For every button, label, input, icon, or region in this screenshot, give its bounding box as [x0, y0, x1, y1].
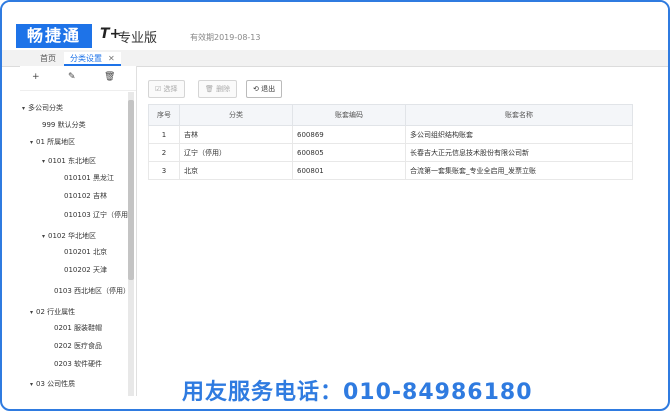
tree-node-label: 多公司分类 — [28, 104, 64, 112]
tree-node[interactable]: 0202 医疗食品 — [54, 341, 102, 351]
tab-category-settings-label: 分类设置 — [70, 54, 102, 63]
cell-account-name: 多公司组织结构账套 — [405, 125, 633, 144]
chevron-down-icon[interactable]: ▾ — [42, 233, 45, 240]
tree-node[interactable]: 0201 服装鞋帽 — [54, 323, 102, 333]
tree-node-label: 999 默认分类 — [42, 121, 86, 129]
add-icon[interactable]: + — [32, 72, 40, 82]
chevron-down-icon[interactable]: ▾ — [22, 105, 25, 112]
tab-category-settings[interactable]: 分类设置 ✕ — [64, 52, 121, 66]
chevron-down-icon[interactable]: ▾ — [30, 309, 33, 316]
tree-node-label: 010103 辽宁（停用 — [64, 211, 128, 219]
cell-account-code: 600869 — [292, 125, 406, 144]
tree-node-label: 02 行业属性 — [36, 308, 76, 316]
delete-icon[interactable]: 🗑 — [104, 72, 115, 82]
tree-node-label: 0103 西北地区（停用） — [54, 287, 131, 295]
edit-icon[interactable]: ✎ — [68, 72, 76, 82]
cell-account-code: 600805 — [292, 143, 406, 162]
tree-node-label: 0203 软件硬件 — [54, 360, 103, 368]
service-hotline: 用友服务电话：010-84986180 — [182, 380, 533, 405]
select-button-label: 选择 — [163, 85, 178, 93]
header-bar: 畅捷通 T+ 专业版 有效期2019-08-13 — [2, 2, 668, 51]
cell-index: 3 — [148, 161, 180, 180]
column-header[interactable]: 分类 — [179, 104, 293, 126]
tree-node-label: 0202 医疗食品 — [54, 342, 103, 350]
tab-home-label: 首页 — [40, 54, 56, 63]
tree-node[interactable]: ▾ 02 行业属性 — [30, 307, 75, 317]
delete-button-label: 删除 — [216, 85, 231, 93]
tree-node[interactable]: ▾ 01 所属地区 — [30, 137, 75, 147]
tree-node[interactable]: ▾ 0101 东北地区 — [42, 156, 96, 166]
cell-account-name: 长春吉大正元信息技术股份有限公司新 — [405, 143, 633, 162]
tree-node[interactable]: 010102 吉林 — [64, 191, 107, 201]
tree-scrollbar[interactable] — [128, 92, 134, 396]
chevron-down-icon[interactable]: ▾ — [30, 139, 33, 146]
tree-node-label: 0101 东北地区 — [48, 157, 97, 165]
tree-node[interactable]: 010103 辽宁（停用 — [64, 210, 128, 220]
tree-toolbar: + ✎ 🗑 — [20, 66, 136, 91]
tree-node-label: 010202 天津 — [64, 266, 107, 274]
tree-node-label: 010101 黑龙江 — [64, 174, 114, 182]
tree-node[interactable]: 0203 软件硬件 — [54, 359, 102, 369]
cell-index: 2 — [148, 143, 180, 162]
close-icon[interactable]: ✕ — [108, 54, 115, 63]
tree-node[interactable]: 010101 黑龙江 — [64, 173, 114, 183]
exit-button-label: 退出 — [261, 85, 276, 93]
table-row[interactable]: 3 北京 600801 合流第一套集账套_专业全启用_发票立账 — [148, 161, 633, 180]
scrollbar-thumb[interactable] — [128, 100, 134, 280]
app-frame: 畅捷通 T+ 专业版 有效期2019-08-13 首页 分类设置 ✕ + ✎ 🗑 … — [0, 0, 670, 411]
select-button[interactable]: ☑ 选择 — [148, 80, 185, 98]
tree-node[interactable]: 999 默认分类 — [42, 120, 86, 130]
tree-node-label-selected: 01 所属地区 — [36, 138, 76, 146]
tab-home[interactable]: 首页 — [34, 52, 62, 66]
tab-bar: 首页 分类设置 ✕ — [2, 50, 668, 67]
cell-account-name: 合流第一套集账套_专业全启用_发票立账 — [405, 161, 633, 180]
tree-node[interactable]: ▾ 03 公司性质 — [30, 379, 75, 389]
cell-index: 1 — [148, 125, 180, 144]
table-header-row: 序号 分类 账套编码 账套名称 — [148, 104, 633, 126]
tree-node-label: 03 公司性质 — [36, 380, 76, 388]
main-content: ☑ 选择 🗑 删除 ⟲ 退出 序号 分类 账套编码 账套名称 1 吉林 6008… — [142, 72, 662, 392]
ledger-table: 序号 分类 账套编码 账套名称 1 吉林 600869 多公司组织结构账套 2 … — [148, 104, 633, 180]
chevron-down-icon[interactable]: ▾ — [42, 158, 45, 165]
cell-category: 吉林 — [179, 125, 293, 144]
delete-button[interactable]: 🗑 删除 — [198, 80, 238, 98]
table-row[interactable]: 2 辽宁（停用） 600805 长春吉大正元信息技术股份有限公司新 — [148, 143, 633, 162]
tree-node-label: 010201 北京 — [64, 248, 107, 256]
tree-node[interactable]: ▾ 0102 华北地区 — [42, 231, 96, 241]
column-header[interactable]: 序号 — [148, 104, 180, 126]
tree-node[interactable]: ▾ 多公司分类 — [22, 103, 63, 113]
logo: 畅捷通 — [16, 24, 92, 48]
tree-node-label: 010102 吉林 — [64, 192, 107, 200]
tree-node[interactable]: 010201 北京 — [64, 247, 107, 257]
column-header[interactable]: 账套名称 — [405, 104, 633, 126]
cell-category: 辽宁（停用） — [179, 143, 293, 162]
table-row[interactable]: 1 吉林 600869 多公司组织结构账套 — [148, 125, 633, 144]
category-tree-panel: + ✎ 🗑 ▾ 多公司分类 999 默认分类 ▾ 01 所属地区 ▾ 0101 东北地… — [20, 66, 137, 396]
column-header[interactable]: 账套编码 — [292, 104, 406, 126]
tree-node-label: 0201 服装鞋帽 — [54, 324, 103, 332]
validity-date: 有效期2019-08-13 — [190, 33, 261, 42]
cell-category: 北京 — [179, 161, 293, 180]
cell-account-code: 600801 — [292, 161, 406, 180]
tree-node[interactable]: 010202 天津 — [64, 265, 107, 275]
exit-button[interactable]: ⟲ 退出 — [246, 80, 283, 98]
tree-node[interactable]: 0103 西北地区（停用） — [54, 286, 130, 296]
edition-label: 专业版 — [118, 31, 158, 46]
tree-node-label: 0102 华北地区 — [48, 232, 97, 240]
chevron-down-icon[interactable]: ▾ — [30, 381, 33, 388]
